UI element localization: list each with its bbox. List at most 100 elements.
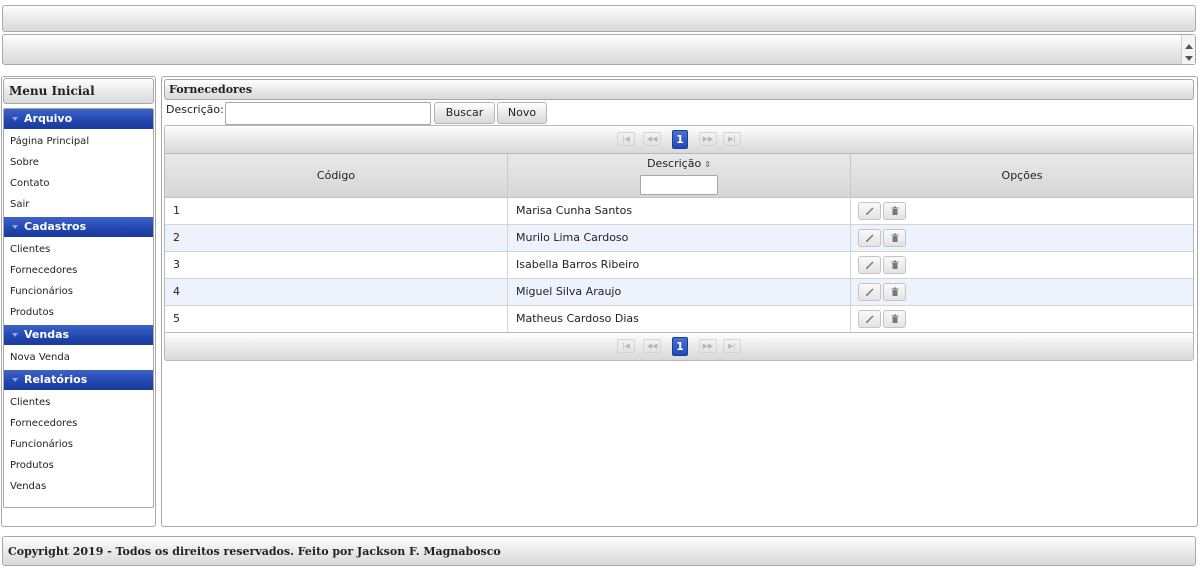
first-page-icon[interactable]: |◀ — [617, 339, 635, 353]
menu-section-vendas[interactable]: Vendas — [4, 325, 153, 345]
prev-page-icon[interactable]: ◀◀ — [643, 339, 661, 353]
edit-button[interactable] — [858, 256, 881, 274]
cell-codigo: 5 — [165, 306, 508, 332]
edit-icon — [866, 261, 874, 269]
menu-section-label: Arquivo — [24, 112, 73, 125]
toolbar-area — [2, 34, 1196, 65]
cell-codigo: 1 — [165, 198, 508, 224]
menu-item-cadastro-clientes[interactable]: Clientes — [4, 239, 153, 260]
current-page-button[interactable]: 1 — [672, 130, 688, 149]
table-row: 1 Marisa Cunha Santos — [165, 198, 1193, 225]
cell-codigo: 2 — [165, 225, 508, 251]
cell-descricao: Miguel Silva Araujo — [508, 279, 851, 305]
menu-item-cadastro-funcionarios[interactable]: Funcionários — [4, 281, 153, 302]
last-page-icon[interactable]: ▶| — [723, 339, 741, 353]
edit-icon — [866, 234, 874, 242]
trash-icon — [891, 233, 899, 242]
edit-icon — [866, 288, 874, 296]
search-input[interactable] — [225, 102, 431, 125]
collapse-arrow-icon — [12, 117, 18, 121]
sidebar-menu: Menu Inicial Arquivo Página Principal So… — [1, 76, 156, 527]
cell-opcoes — [851, 306, 1193, 332]
delete-button[interactable] — [883, 283, 906, 301]
table-header: Código Descrição ⇕ Opções — [165, 154, 1193, 198]
paginator-bottom: |◀ ◀◀ 1 ▶▶ ▶| — [165, 332, 1193, 360]
edit-button[interactable] — [858, 229, 881, 247]
menu-section-cadastros[interactable]: Cadastros — [4, 217, 153, 237]
scroll-up-icon[interactable] — [1185, 44, 1193, 49]
cell-descricao: Isabella Barros Ribeiro — [508, 252, 851, 278]
collapse-arrow-icon — [12, 225, 18, 229]
menu-item-contato[interactable]: Contato — [4, 173, 153, 194]
column-header-descricao-label[interactable]: Descrição — [647, 157, 701, 170]
edit-icon — [866, 315, 874, 323]
panel-title: Fornecedores — [164, 79, 1194, 100]
delete-button[interactable] — [883, 229, 906, 247]
menu-section-relatorios[interactable]: Relatórios — [4, 370, 153, 390]
menu-item-relatorio-funcionarios[interactable]: Funcionários — [4, 434, 153, 455]
current-page-button[interactable]: 1 — [672, 337, 688, 356]
table-body: 1 Marisa Cunha Santos 2 Murilo Lima Card… — [165, 198, 1193, 333]
menu-section-label: Vendas — [24, 328, 70, 341]
descricao-filter-input[interactable] — [640, 175, 718, 195]
collapse-arrow-icon — [12, 378, 18, 382]
collapse-arrow-icon — [12, 333, 18, 337]
vertical-scrollbar[interactable] — [1181, 35, 1195, 64]
menu-title: Menu Inicial — [3, 78, 154, 104]
trash-icon — [891, 287, 899, 296]
trash-icon — [891, 260, 899, 269]
first-page-icon[interactable]: |◀ — [617, 132, 635, 146]
menu-item-sobre[interactable]: Sobre — [4, 152, 153, 173]
table-row: 4 Miguel Silva Araujo — [165, 279, 1193, 306]
top-bar — [2, 5, 1196, 32]
footer: Copyright 2019 - Todos os direitos reser… — [2, 536, 1196, 566]
menu-item-nova-venda[interactable]: Nova Venda — [4, 347, 153, 368]
delete-button[interactable] — [883, 202, 906, 220]
column-header-descricao[interactable]: Descrição ⇕ — [508, 154, 851, 198]
cell-codigo: 4 — [165, 279, 508, 305]
edit-button[interactable] — [858, 202, 881, 220]
scroll-down-icon[interactable] — [1185, 56, 1193, 61]
edit-button[interactable] — [858, 310, 881, 328]
menu-item-relatorio-vendas[interactable]: Vendas — [4, 476, 153, 497]
delete-button[interactable] — [883, 256, 906, 274]
novo-button[interactable]: Novo — [497, 102, 547, 124]
trash-icon — [891, 206, 899, 215]
search-label: Descrição: — [166, 103, 224, 116]
data-table: |◀ ◀◀ 1 ▶▶ ▶| Código Descrição ⇕ Opções 1… — [164, 125, 1194, 361]
column-header-codigo: Código — [165, 154, 508, 198]
cell-descricao: Matheus Cardoso Dias — [508, 306, 851, 332]
menu-section-arquivo[interactable]: Arquivo — [4, 109, 153, 129]
trash-icon — [891, 314, 899, 323]
sort-icon[interactable]: ⇕ — [704, 160, 711, 169]
cell-opcoes — [851, 225, 1193, 251]
cell-descricao: Murilo Lima Cardoso — [508, 225, 851, 251]
next-page-icon[interactable]: ▶▶ — [699, 132, 717, 146]
edit-icon — [866, 207, 874, 215]
next-page-icon[interactable]: ▶▶ — [699, 339, 717, 353]
delete-button[interactable] — [883, 310, 906, 328]
table-row: 5 Matheus Cardoso Dias — [165, 306, 1193, 333]
table-row: 2 Murilo Lima Cardoso — [165, 225, 1193, 252]
menu-panel: Arquivo Página Principal Sobre Contato S… — [3, 108, 154, 508]
buscar-button[interactable]: Buscar — [434, 102, 495, 124]
menu-item-cadastro-produtos[interactable]: Produtos — [4, 302, 153, 323]
column-header-opcoes: Opções — [1001, 169, 1043, 182]
menu-item-cadastro-fornecedores[interactable]: Fornecedores — [4, 260, 153, 281]
edit-button[interactable] — [858, 283, 881, 301]
menu-section-label: Cadastros — [24, 220, 87, 233]
menu-item-relatorio-clientes[interactable]: Clientes — [4, 392, 153, 413]
cell-opcoes — [851, 279, 1193, 305]
cell-opcoes — [851, 198, 1193, 224]
cell-codigo: 3 — [165, 252, 508, 278]
menu-item-sair[interactable]: Sair — [4, 194, 153, 215]
main-panel: Fornecedores Descrição: Buscar Novo |◀ ◀… — [161, 76, 1198, 527]
table-row: 3 Isabella Barros Ribeiro — [165, 252, 1193, 279]
menu-section-label: Relatórios — [24, 373, 88, 386]
cell-descricao: Marisa Cunha Santos — [508, 198, 851, 224]
menu-item-relatorio-fornecedores[interactable]: Fornecedores — [4, 413, 153, 434]
menu-item-relatorio-produtos[interactable]: Produtos — [4, 455, 153, 476]
last-page-icon[interactable]: ▶| — [723, 132, 741, 146]
menu-item-pagina-principal[interactable]: Página Principal — [4, 131, 153, 152]
prev-page-icon[interactable]: ◀◀ — [643, 132, 661, 146]
